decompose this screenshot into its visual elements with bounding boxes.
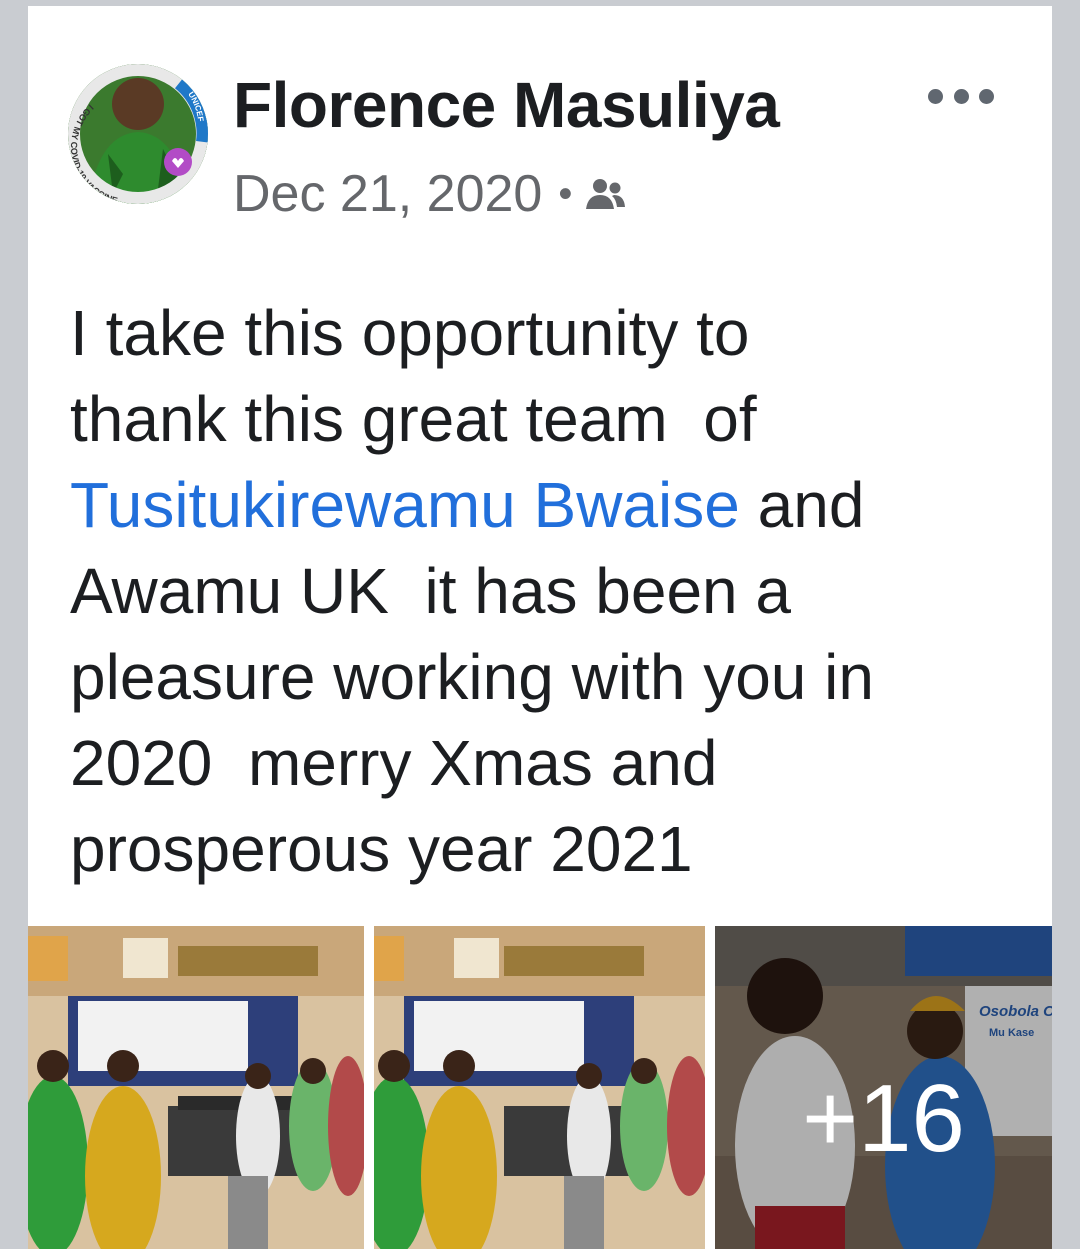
page-link[interactable]: Tusitukirewamu Bwaise <box>70 469 740 541</box>
photo-thumbnail-more[interactable]: Osobola Ok Mu Kase +16 <box>715 926 1052 1249</box>
avatar-image: I GOT MY COVID-19 VACCINE UNICEF <box>68 64 208 204</box>
friends-icon[interactable] <box>584 164 626 224</box>
more-photos-count[interactable]: +16 <box>715 1064 1052 1174</box>
post-text: I take this opportunity to thank this gr… <box>70 290 1030 892</box>
post-date[interactable]: Dec 21, 2020 <box>233 164 542 224</box>
post-text-line: I take this opportunity to <box>70 297 750 369</box>
photo-thumbnail[interactable] <box>374 926 705 1249</box>
post-text-line: Awamu UK it has been a <box>70 555 791 627</box>
photo-thumbnail[interactable] <box>28 926 364 1249</box>
post-text-line: Tusitukirewamu Bwaise and <box>70 462 1030 548</box>
post-meta: Dec 21, 2020 • <box>233 164 626 224</box>
avatar[interactable]: I GOT MY COVID-19 VACCINE UNICEF <box>68 64 208 204</box>
more-horizontal-icon[interactable] <box>928 76 994 116</box>
post-text-line: prosperous year 2021 <box>70 813 693 885</box>
author-name[interactable]: Florence Masuliya <box>233 68 780 142</box>
photo-grid: Osobola Ok Mu Kase +16 <box>28 926 1052 1249</box>
post-text-line: 2020 merry Xmas and <box>70 727 718 799</box>
post-card: I GOT MY COVID-19 VACCINE UNICEF Florenc… <box>28 6 1052 1249</box>
post-text-line: pleasure working with you in <box>70 641 874 713</box>
meta-separator: • <box>558 171 573 216</box>
post-text-line: thank this great team of <box>70 383 757 455</box>
post-text-fragment: and <box>739 469 865 541</box>
